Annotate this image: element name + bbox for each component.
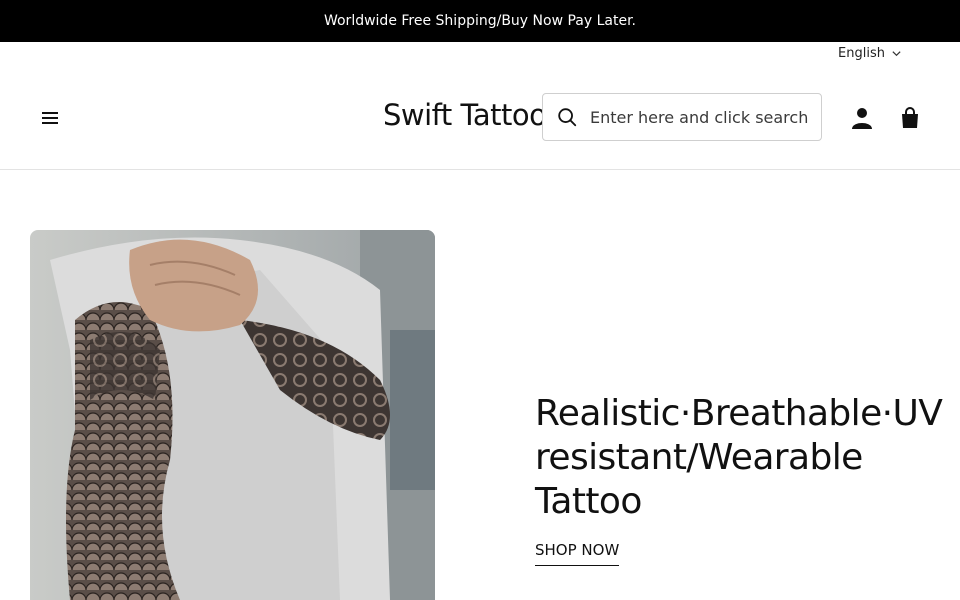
- language-label: English: [838, 45, 885, 61]
- announcement-bar: Worldwide Free Shipping/Buy Now Pay Late…: [0, 0, 960, 42]
- shop-now-button[interactable]: SHOP NOW: [535, 541, 620, 566]
- hero-title: Realistic·Breathable·UV resistant/Wearab…: [535, 393, 943, 522]
- hero-image[interactable]: [30, 230, 435, 600]
- chevron-down-icon: [892, 50, 901, 56]
- search-box[interactable]: [542, 93, 822, 141]
- search-icon[interactable]: [556, 106, 578, 128]
- shopping-bag-icon[interactable]: [898, 106, 922, 130]
- search-input[interactable]: [590, 107, 815, 127]
- site-header: Swift Tattoo: [0, 62, 960, 170]
- menu-button[interactable]: [38, 106, 62, 130]
- site-logo[interactable]: Swift Tattoo: [383, 98, 547, 132]
- language-selector[interactable]: English: [838, 44, 902, 62]
- announcement-text: Worldwide Free Shipping/Buy Now Pay Late…: [323, 13, 637, 29]
- hamburger-menu-icon: [42, 112, 58, 124]
- tattoo-sleeve-photo: [30, 230, 435, 600]
- user-icon[interactable]: [850, 107, 874, 129]
